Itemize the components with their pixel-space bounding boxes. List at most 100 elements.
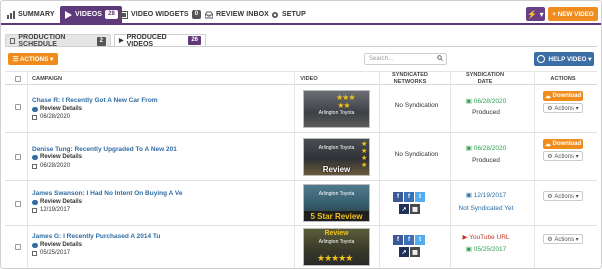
campaign-date: 05/25/2017: [32, 250, 70, 256]
top-nav: SUMMARY VIDEOS 28 VIDEO WIDGETS 0 REVIEW…: [5, 6, 597, 23]
nav-video-widgets[interactable]: VIDEO WIDGETS 0: [120, 6, 202, 23]
calendar-check-icon: ▣: [465, 192, 474, 199]
twitter-icon[interactable]: t: [415, 192, 425, 202]
row-actions-label: Actions ▾: [554, 105, 579, 112]
campaign-title-link[interactable]: James Swanson: I Had No Intent On Buying…: [32, 190, 183, 197]
row-actions-dropdown[interactable]: ⚙ Actions ▾: [543, 234, 583, 244]
syndication-date-text: 06/28/2020: [473, 145, 507, 152]
facebook-icon[interactable]: f: [393, 235, 403, 245]
campaign-date-text: 06/28/2020: [40, 114, 71, 120]
nav-setup-label: SETUP: [282, 11, 306, 18]
gear-icon: ⚙: [547, 105, 555, 112]
play-icon: ▶: [119, 38, 124, 44]
campaign-date-text: 12/19/2017: [40, 207, 71, 213]
new-video-button[interactable]: + NEW VIDEO: [548, 7, 598, 21]
thumbnail-overlay-text: 5 Star Review: [304, 211, 369, 221]
video-thumbnail[interactable]: ★★★ ★★ Arlington Toyota: [303, 90, 370, 128]
review-details-link[interactable]: Review Details: [32, 154, 82, 160]
thumbnail-overlay-text: Review: [324, 230, 349, 237]
video-site-icon[interactable]: ▦: [410, 204, 420, 214]
review-details-link[interactable]: Review Details: [32, 242, 82, 248]
facebook-icon[interactable]: f: [404, 235, 414, 245]
thumbnail-brand: Arlington Toyota: [318, 110, 355, 116]
thumbnail-overlay-text: Review: [322, 165, 351, 174]
inbox-icon: [204, 11, 214, 19]
nav-setup[interactable]: SETUP: [271, 6, 306, 23]
campaign-date: 12/19/2017: [32, 207, 70, 213]
search-placeholder: Search...: [369, 56, 394, 62]
row-checkbox[interactable]: [15, 244, 21, 250]
videos-count-badge: 28: [105, 10, 118, 19]
dealer-site-icon[interactable]: ↗: [399, 204, 409, 214]
quick-actions-button[interactable]: ⚡ ▾: [526, 7, 545, 21]
twitter-icon[interactable]: t: [415, 235, 425, 245]
help-video-label: HELP VIDEO ▾: [548, 55, 592, 63]
campaign-title-link[interactable]: Chase R: I Recently Got A New Car From: [32, 97, 158, 104]
facebook-icon[interactable]: f: [404, 192, 414, 202]
play-circle-icon: [536, 55, 545, 63]
nav-review-inbox[interactable]: REVIEW INBOX: [204, 6, 269, 23]
review-details-label: Review Details: [40, 199, 83, 205]
col-actions: ACTIONS: [550, 76, 576, 82]
syndication-date: ▣ 12/19/2017: [451, 191, 521, 199]
nav-summary[interactable]: SUMMARY: [7, 6, 55, 23]
nav-inbox-label: REVIEW INBOX: [216, 11, 269, 18]
subtab-underline: [5, 46, 597, 47]
syndication-date: ▣ 05/25/2017: [451, 245, 521, 253]
youtube-url-link[interactable]: ▶ YouTube URL: [451, 233, 521, 241]
video-thumbnail[interactable]: Arlington Toyota 5 Star Review: [303, 184, 370, 222]
gear-icon: ⚙: [547, 193, 555, 200]
row-checkbox[interactable]: [15, 201, 21, 207]
review-details-label: Review Details: [40, 242, 83, 248]
col-campaign: CAMPAIGN: [32, 76, 63, 82]
calendar-check-icon: ▣: [465, 145, 474, 152]
row-actions-dropdown[interactable]: ⚙ Actions ▾: [543, 103, 583, 113]
youtube-url-text: YouTube URL: [469, 234, 510, 241]
campaign-title-link[interactable]: James G: I Recently Purchased A 2014 Tu: [32, 233, 160, 240]
video-thumbnail[interactable]: Review Arlington Toyota ★★★★★: [303, 228, 370, 266]
download-button[interactable]: ☁ Download: [543, 139, 583, 149]
calendar-icon: [32, 250, 37, 256]
row-actions-dropdown[interactable]: ⚙ Actions ▾: [543, 151, 583, 161]
search-input[interactable]: Search...: [364, 53, 447, 65]
bar-chart-icon: [7, 10, 15, 19]
syndication-status: Produced: [472, 109, 500, 116]
calendar-check-icon: ▣: [465, 98, 474, 105]
calendar-icon: [10, 38, 16, 44]
row-checkbox[interactable]: [15, 104, 21, 110]
comment-icon: [32, 242, 38, 248]
video-site-icon[interactable]: ▦: [410, 247, 420, 257]
calendar-icon: [32, 207, 37, 213]
syndication-date-text: 05/25/2017: [473, 246, 507, 253]
dealer-site-icon[interactable]: ↗: [399, 247, 409, 257]
col-video: VIDEO: [300, 76, 318, 82]
nav-underline: [1, 23, 601, 25]
row-actions-label: Actions ▾: [554, 236, 579, 243]
review-details-link[interactable]: Review Details: [32, 106, 82, 112]
widget-icon: [120, 10, 128, 19]
search-icon: [437, 55, 443, 63]
table-row: [5, 181, 597, 226]
review-details-link[interactable]: Review Details: [32, 199, 82, 205]
calendar-check-icon: ▣: [465, 246, 474, 253]
help-video-button[interactable]: HELP VIDEO ▾: [534, 52, 594, 66]
download-button[interactable]: ☁ Download: [543, 91, 583, 101]
bulk-actions-button[interactable]: ☰ ACTIONS ▾: [8, 53, 58, 65]
select-all-checkbox[interactable]: [15, 76, 21, 82]
syndication-date-text: 06/28/2020: [473, 98, 507, 105]
gear-icon: ⚙: [547, 236, 555, 243]
syndication-networks: No Syndication: [394, 102, 439, 109]
video-thumbnail[interactable]: Arlington Toyota ★ ★ ★ ★ Review: [303, 138, 370, 176]
table-header: CAMPAIGN VIDEO SYNDICATED NETWORKS SYNDI…: [5, 71, 597, 85]
comment-icon: [32, 154, 38, 160]
facebook-icon[interactable]: f: [393, 192, 403, 202]
nav-widgets-label: VIDEO WIDGETS: [131, 11, 189, 18]
nav-videos[interactable]: VIDEOS 28: [60, 6, 122, 23]
review-details-label: Review Details: [40, 106, 83, 112]
app-frame: SUMMARY VIDEOS 28 VIDEO WIDGETS 0 REVIEW…: [0, 0, 602, 269]
campaign-title-link[interactable]: Denise Tung: Recently Upgraded To A New …: [32, 146, 177, 153]
row-checkbox[interactable]: [15, 154, 21, 160]
star-rating: ★★★ ★★: [336, 93, 355, 110]
nav-videos-label: VIDEOS: [75, 11, 103, 18]
row-actions-dropdown[interactable]: ⚙ Actions ▾: [543, 191, 583, 201]
